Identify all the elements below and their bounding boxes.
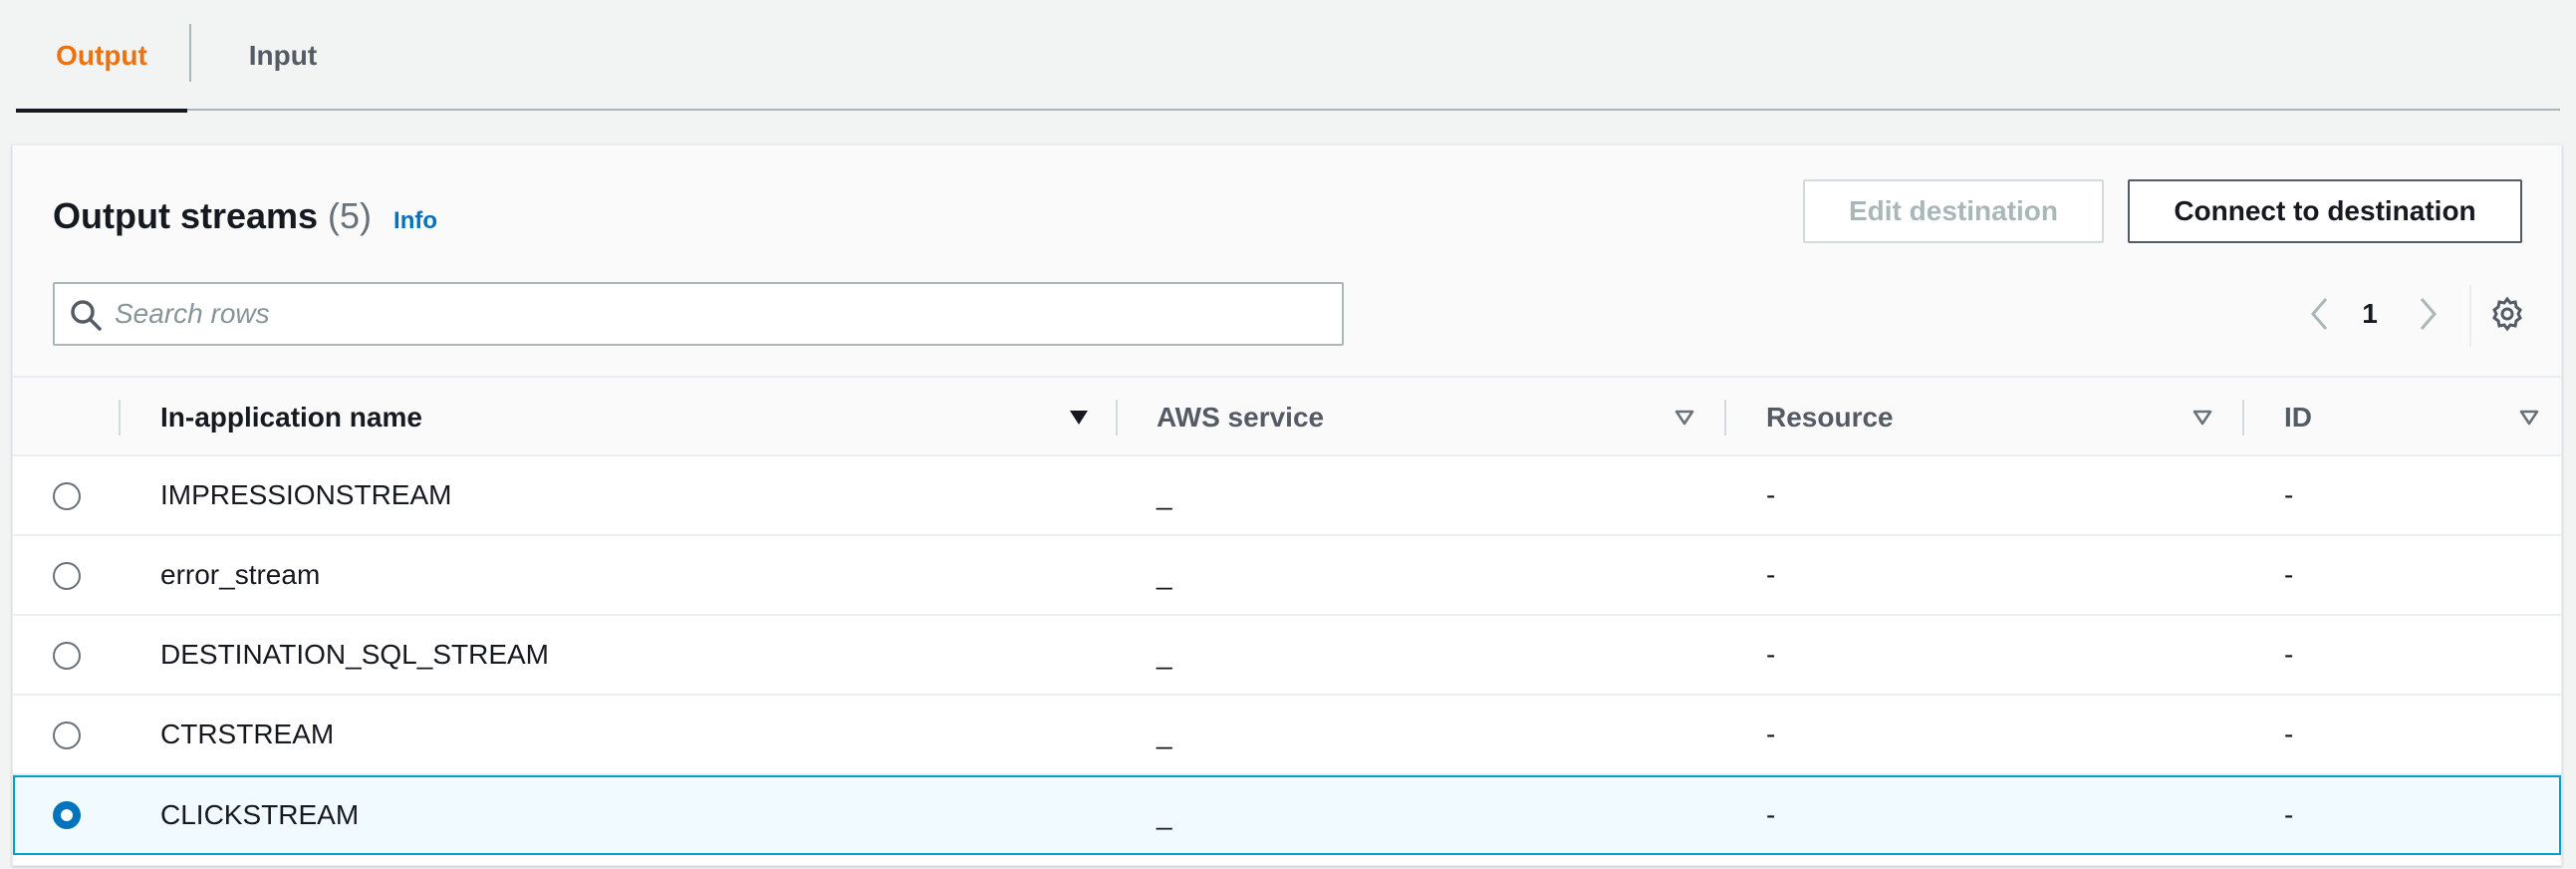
tab-divider bbox=[189, 24, 191, 82]
cell-resource: - bbox=[1766, 719, 1776, 749]
panel-title: Output streams (5) Info bbox=[53, 195, 437, 237]
sort-descending-icon[interactable] bbox=[1067, 406, 1091, 430]
row-radio-checked[interactable] bbox=[53, 801, 81, 829]
cell-id: - bbox=[2284, 559, 2294, 590]
cell-name: error_stream bbox=[160, 559, 321, 590]
cell-name: IMPRESSIONSTREAM bbox=[160, 479, 452, 510]
cell-id: - bbox=[2284, 799, 2294, 830]
table-row[interactable]: error_stream _ - - bbox=[13, 536, 2561, 616]
preferences-button[interactable] bbox=[2483, 290, 2531, 338]
pagination-divider bbox=[2469, 285, 2471, 347]
tab-input[interactable]: Input bbox=[203, 0, 363, 111]
panel-title-text: Output streams bbox=[53, 195, 319, 236]
row-radio[interactable] bbox=[53, 722, 81, 749]
column-header-id[interactable]: ID bbox=[2284, 378, 2312, 456]
cell-aws-service: _ bbox=[1157, 559, 1172, 590]
page-number[interactable]: 1 bbox=[2350, 290, 2390, 338]
column-divider bbox=[1724, 400, 1726, 435]
row-radio[interactable] bbox=[53, 642, 81, 670]
table-row-selected[interactable]: CLICKSTREAM _ - - bbox=[13, 775, 2561, 855]
search-icon bbox=[71, 300, 102, 331]
column-divider bbox=[2242, 400, 2244, 435]
sort-icon[interactable] bbox=[2517, 406, 2541, 430]
cell-aws-service: _ bbox=[1157, 799, 1172, 830]
column-header-resource[interactable]: Resource bbox=[1766, 378, 1894, 456]
connect-to-destination-button[interactable]: Connect to destination bbox=[2128, 179, 2522, 243]
gear-icon bbox=[2492, 296, 2522, 332]
table-row[interactable]: IMPRESSIONSTREAM _ - - bbox=[13, 456, 2561, 536]
cell-id: - bbox=[2284, 479, 2294, 510]
panel-header: Output streams (5) Info Edit destination… bbox=[13, 145, 2561, 378]
cell-resource: - bbox=[1766, 639, 1776, 670]
panel-title-count: (5) bbox=[328, 195, 373, 236]
tab-bar: Output Input bbox=[16, 0, 2560, 113]
chevron-left-icon bbox=[2311, 298, 2328, 330]
cell-aws-service: _ bbox=[1157, 639, 1172, 670]
cell-aws-service: _ bbox=[1157, 479, 1172, 510]
search-box bbox=[53, 282, 1344, 346]
table-row[interactable]: CTRSTREAM _ - - bbox=[13, 696, 2561, 775]
cell-resource: - bbox=[1766, 559, 1776, 590]
cell-name: CTRSTREAM bbox=[160, 719, 335, 749]
next-page-button[interactable] bbox=[2404, 290, 2451, 338]
previous-page-button[interactable] bbox=[2296, 290, 2344, 338]
table-header: In-application name AWS service Resource… bbox=[13, 378, 2561, 456]
cell-id: - bbox=[2284, 719, 2294, 749]
row-radio[interactable] bbox=[53, 482, 81, 510]
cell-name: CLICKSTREAM bbox=[160, 799, 360, 830]
table-row[interactable]: DESTINATION_SQL_STREAM _ - - bbox=[13, 616, 2561, 696]
sort-icon[interactable] bbox=[2190, 406, 2214, 430]
edit-destination-button[interactable]: Edit destination bbox=[1803, 179, 2104, 243]
cell-id: - bbox=[2284, 639, 2294, 670]
row-radio[interactable] bbox=[53, 562, 81, 590]
column-header-in-application-name[interactable]: In-application name bbox=[160, 378, 422, 456]
cell-aws-service: _ bbox=[1157, 719, 1172, 749]
column-header-aws-service[interactable]: AWS service bbox=[1157, 378, 1324, 456]
cell-resource: - bbox=[1766, 799, 1776, 830]
info-link[interactable]: Info bbox=[393, 207, 437, 235]
cell-name: DESTINATION_SQL_STREAM bbox=[160, 639, 550, 670]
output-streams-panel: Output streams (5) Info Edit destination… bbox=[12, 145, 2562, 866]
column-divider bbox=[1116, 400, 1118, 435]
search-input[interactable] bbox=[115, 294, 1330, 334]
sort-icon[interactable] bbox=[1673, 406, 1696, 430]
cell-resource: - bbox=[1766, 479, 1776, 510]
tab-output[interactable]: Output bbox=[16, 0, 187, 113]
chevron-right-icon bbox=[2420, 298, 2437, 330]
column-divider bbox=[119, 400, 121, 435]
